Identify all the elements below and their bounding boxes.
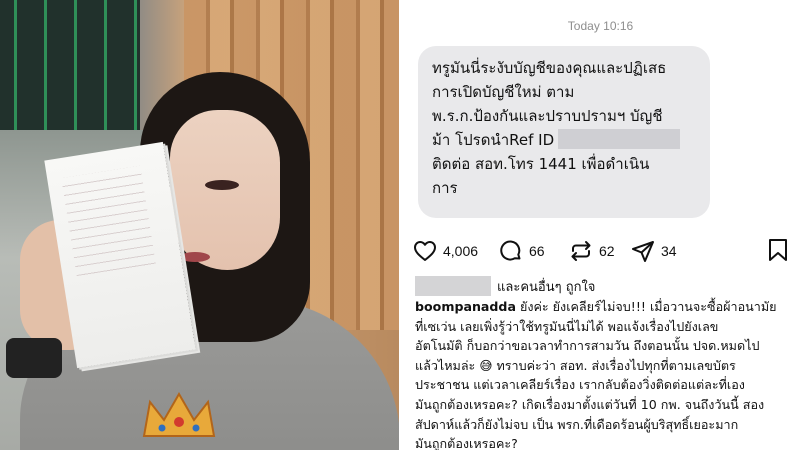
background-green-wall [0,0,140,130]
eye [205,180,239,190]
liked-by-text[interactable]: และคนอื่นๆ ถูกใจ [497,276,595,297]
caption-line: ประชาชน แต่เวลาเคลียร์เรื่อง เรากลับต้อง… [415,377,745,393]
caption-first-line: boompanadda ยังค่ะ ยังเคลียร์ไม่จบ!!! เม… [415,297,795,317]
caption-line: อัตโนมัติ ก็บอกว่าขอเวลาทำการสามวัน ถึงต… [415,338,760,354]
comments-count: 66 [529,243,545,259]
message-timestamp: Today 10:16 [567,19,634,33]
caption-line: ที่เซเว่น เลยเพิ่งรู้ว่าใช้ทรูมันนี่ไม่ไ… [415,318,719,334]
liked-by-row: และคนอื่นๆ ถูกใจ [415,276,595,296]
message-line: การเปิดบัญชีใหม่ ตาม [432,83,575,101]
post-photo [0,0,399,450]
face [170,110,280,270]
caption-line: มันถูกต้องเหรอคะ? เกิดเรื่องมาตั้งแต่วัน… [415,396,765,412]
message-line: ทรูมันนี่ระงับบัญชีของคุณและปฏิเสธ [432,59,667,77]
send-icon [632,241,654,262]
lips [180,252,210,262]
post-action-bar: 4,006 66 62 34 [413,236,793,266]
save-button[interactable] [767,238,789,266]
bookmark-icon [769,239,787,261]
caption-line: สัปดาห์แล้วก็ยังไม่จบ เป็น พรก.ที่เดือดร… [415,416,739,432]
post-caption: boompanadda ยังค่ะ ยังเคลียร์ไม่จบ!!! เม… [415,297,795,450]
like-button[interactable]: 4,006 [413,236,478,266]
redacted-ref-id [558,129,681,149]
shares-count: 34 [661,243,677,259]
wristwatch [6,338,62,378]
repost-icon [571,241,591,261]
comment-icon [500,240,521,261]
likes-count: 4,006 [443,243,479,259]
repost-button[interactable]: 62 [569,236,615,266]
caption-line: แล้วไหมล่ะ 😅 ทราบค่ะว่า สอท. ส่งเรื่องไป… [415,357,736,373]
message-line: การ [432,179,458,197]
comment-button[interactable]: 66 [499,236,545,266]
share-button[interactable]: 34 [631,236,677,266]
sms-message-bubble: ทรูมันนี่ระงับบัญชีของคุณและปฏิเสธ การเป… [418,46,710,218]
message-line: พ.ร.ก.ป้องกันและปราบปรามฯ บัญชี [432,107,663,125]
message-line: ติดต่อ สอท.โทร 1441 เพื่อดำเนิน [432,155,650,173]
crown-graphic [142,391,216,437]
caption-text: ยังค่ะ ยังเคลียร์ไม่จบ!!! เมื่อวานจะซื้อ… [515,299,777,314]
reposts-count: 62 [599,243,615,259]
message-line-ref: ม้า โปรดนำRef ID [432,128,698,152]
caption-username[interactable]: boompanadda [415,299,516,314]
heart-icon [414,241,436,261]
post-details-panel: Today 10:16 ทรูมันนี่ระงับบัญชีของคุณและ… [401,0,800,450]
message-line: ม้า โปรดนำRef ID [432,131,555,149]
caption-line: มันถูกต้องเหรอคะ? [415,436,518,450]
redacted-username [415,276,491,296]
